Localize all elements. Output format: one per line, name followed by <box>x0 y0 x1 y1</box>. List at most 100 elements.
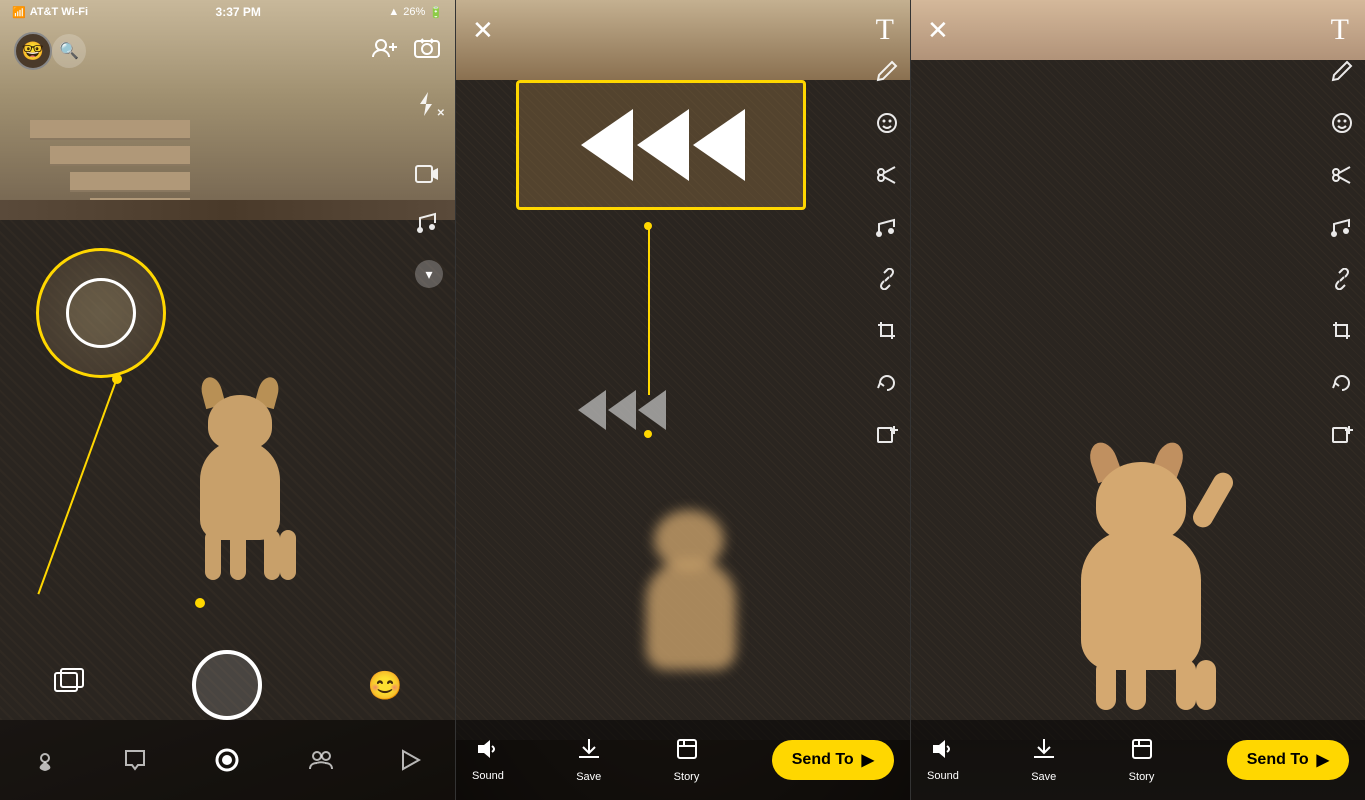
user-avatar[interactable]: 🤓 <box>14 32 52 70</box>
final-story-icon <box>1130 737 1154 767</box>
final-panel: ✕ T <box>910 0 1365 800</box>
camera-panel: 📶 AT&T Wi-Fi 3:37 PM ▲ 26% 🔋 🤓 🔍 <box>0 0 455 800</box>
status-carrier: 📶 AT&T Wi-Fi <box>12 6 88 19</box>
rewind-small-3 <box>638 390 666 430</box>
camera-flip-button[interactable] <box>413 36 441 66</box>
final-send-to-button[interactable]: Send To ▶ <box>1227 740 1349 780</box>
flash-icon[interactable]: ✕ <box>415 90 443 124</box>
shutter-button[interactable] <box>192 650 262 720</box>
dog-leg-1 <box>205 530 221 580</box>
add-friend-button[interactable] <box>371 37 399 65</box>
final-loop-tool[interactable] <box>1331 372 1353 400</box>
editor-close-button[interactable]: ✕ <box>472 15 494 46</box>
pencil-tool[interactable] <box>876 60 898 88</box>
nav-friends[interactable] <box>309 749 333 771</box>
rewind-box <box>516 80 806 210</box>
send-to-button[interactable]: Send To ▶ <box>772 740 894 780</box>
focus-center <box>66 278 136 348</box>
music-icon[interactable] <box>415 210 443 240</box>
camera-top-controls: 🤓 🔍 <box>0 28 455 74</box>
final-dog-tail <box>1189 469 1236 531</box>
final-dog-leg-4 <box>1196 660 1216 710</box>
rewind-arrow-1 <box>581 109 633 181</box>
editor-dog-blurred <box>616 500 776 700</box>
final-send-to-label: Send To <box>1247 751 1309 769</box>
status-bar: 📶 AT&T Wi-Fi 3:37 PM ▲ 26% 🔋 <box>0 0 455 24</box>
battery-label: 26% <box>403 6 425 18</box>
final-add-layer-tool[interactable] <box>1331 424 1353 452</box>
wifi-icon: 📶 <box>12 6 26 19</box>
sound-icon <box>476 738 500 766</box>
send-to-label: Send To <box>792 751 854 769</box>
editor-panel: ✕ T <box>455 0 910 800</box>
dog-leg-2 <box>230 530 246 580</box>
more-options-button[interactable]: ▾ <box>415 260 443 288</box>
final-story-button[interactable]: Story <box>1129 737 1155 783</box>
avatar-emoji: 🤓 <box>22 41 44 62</box>
final-text-tool-button[interactable]: T <box>1331 13 1349 47</box>
dog-body <box>200 440 280 540</box>
battery-icon: 🔋 <box>429 6 443 19</box>
editor-connect-line <box>648 225 650 395</box>
story-label: Story <box>674 771 700 783</box>
lens-button[interactable]: 😊 <box>367 669 402 702</box>
sound-label: Sound <box>472 770 504 782</box>
final-dog <box>1041 430 1241 710</box>
story-button[interactable]: Story <box>674 737 700 783</box>
final-bottom-bar: Sound Save Story Send To ▶ <box>911 720 1365 800</box>
editor-right-tools <box>876 60 898 452</box>
search-button[interactable]: 🔍 <box>52 34 86 68</box>
nav-chat[interactable] <box>124 749 146 771</box>
save-button[interactable]: Save <box>576 737 601 783</box>
final-dog-leg-3 <box>1176 660 1196 710</box>
loop-tool[interactable] <box>876 372 898 400</box>
final-sound-label: Sound <box>927 770 959 782</box>
nav-camera[interactable] <box>213 746 241 774</box>
save-label: Save <box>576 771 601 783</box>
rewind-arrow-3 <box>693 109 745 181</box>
send-arrow-icon: ▶ <box>862 750 874 770</box>
final-save-button[interactable]: Save <box>1031 737 1056 783</box>
final-dog-leg-1 <box>1096 660 1116 710</box>
editor-dog-body <box>646 560 736 670</box>
sticker-tool[interactable] <box>876 112 898 140</box>
nav-stories[interactable] <box>401 749 421 771</box>
video-filter-icon[interactable] <box>415 164 443 190</box>
final-sticker-tool[interactable] <box>1331 112 1353 140</box>
final-dog-body <box>1081 530 1201 670</box>
final-right-tools <box>1331 60 1353 452</box>
scissors-tool[interactable] <box>876 164 898 192</box>
rewind-arrows-large <box>577 109 745 181</box>
final-story-label: Story <box>1129 771 1155 783</box>
search-icon: 🔍 <box>59 41 79 61</box>
dog-leg-3 <box>264 530 280 580</box>
rewind-arrow-2 <box>637 109 689 181</box>
add-layer-tool[interactable] <box>876 424 898 452</box>
text-tool-button[interactable]: T <box>876 13 894 47</box>
status-time: 3:37 PM <box>216 5 261 19</box>
editor-bottom-bar: Sound Save Story Send To ▶ <box>456 720 910 800</box>
focus-circle[interactable] <box>36 248 166 378</box>
link-tool[interactable] <box>876 268 898 296</box>
connect-dot-bottom <box>195 598 205 608</box>
rewind-small-2 <box>608 390 636 430</box>
final-scissors-tool[interactable] <box>1331 164 1353 192</box>
editor-top-bar: ✕ T <box>456 0 910 60</box>
crop-tool[interactable] <box>876 320 898 348</box>
final-pencil-tool[interactable] <box>1331 60 1353 88</box>
music-tool[interactable] <box>876 216 898 244</box>
save-icon <box>577 737 601 767</box>
final-close-button[interactable]: ✕ <box>927 15 949 46</box>
final-sound-button[interactable]: Sound <box>927 738 959 782</box>
final-crop-tool[interactable] <box>1331 320 1353 348</box>
final-link-tool[interactable] <box>1331 268 1353 296</box>
final-save-icon <box>1032 737 1056 767</box>
sound-button[interactable]: Sound <box>472 738 504 782</box>
dog-subject <box>180 380 300 580</box>
gallery-button[interactable] <box>53 665 87 706</box>
nav-location[interactable] <box>34 749 56 771</box>
carrier-label: AT&T Wi-Fi <box>30 6 88 18</box>
final-music-tool[interactable] <box>1331 216 1353 244</box>
status-battery: ▲ 26% 🔋 <box>388 6 443 19</box>
editor-dot-bottom <box>644 430 652 438</box>
